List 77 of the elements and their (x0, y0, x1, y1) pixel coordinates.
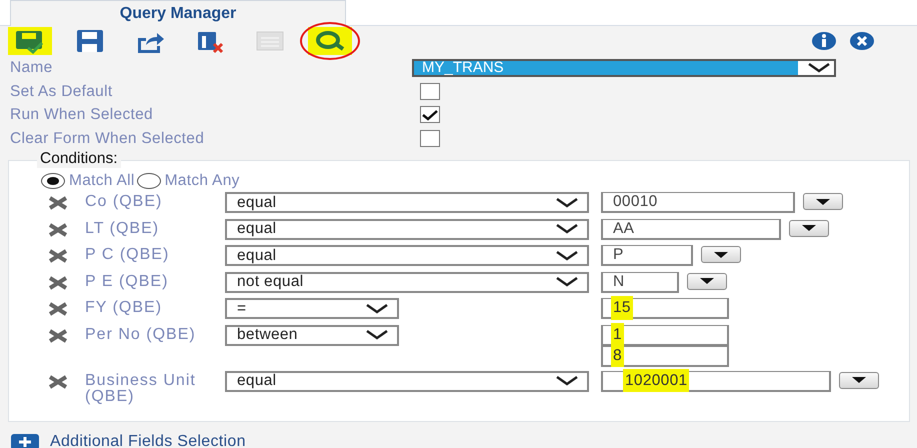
lookup-button[interactable] (803, 193, 843, 210)
operator-dropdown[interactable]: not equal (225, 272, 589, 292)
condition-label: P E (QBE) (85, 274, 170, 290)
remove-button[interactable] (47, 222, 69, 238)
info-icon (811, 31, 837, 51)
section-title: Conditions: (37, 150, 121, 168)
value-field[interactable]: AA (601, 218, 781, 240)
condition-label: Per No (QBE) (85, 326, 197, 342)
field-label: Name (10, 58, 54, 78)
expand-button[interactable] (10, 433, 40, 448)
radio-button[interactable] (136, 173, 161, 189)
value-field[interactable]: N (601, 272, 679, 292)
remove-button[interactable] (47, 276, 69, 290)
remove-icon (47, 302, 69, 316)
tab[interactable]: Query Manager (10, 0, 346, 26)
remove-icon (47, 196, 69, 210)
plus-icon (10, 433, 40, 448)
chevron-down-icon (365, 302, 389, 314)
operator-dropdown[interactable]: equal (225, 218, 589, 240)
value-field[interactable]: 1020001 (601, 370, 831, 392)
save-icon (74, 28, 106, 54)
condition-label: LT (QBE) (85, 220, 160, 236)
chevron-down-icon (555, 250, 579, 262)
search-button[interactable] (308, 27, 352, 55)
value-field[interactable]: 15 (601, 298, 729, 319)
lookup-button[interactable] (789, 220, 829, 236)
operator-dropdown[interactable]: equal (225, 192, 589, 213)
condition-label: FY (QBE) (85, 300, 164, 316)
checkbox-label: Set As Default (10, 82, 114, 102)
save-check-icon (14, 28, 46, 54)
operator-dropdown[interactable]: = (225, 298, 399, 319)
checkbox[interactable] (420, 106, 440, 124)
operator-dropdown[interactable]: between (225, 324, 399, 346)
remove-icon (47, 249, 69, 263)
chevron-down-icon (555, 375, 579, 387)
remove-icon (47, 374, 69, 388)
radio-label: Match Any (164, 171, 240, 192)
value-field[interactable]: 00010 (601, 192, 795, 213)
caret-down-icon (850, 376, 868, 384)
condition-label: P C (QBE) (85, 247, 170, 263)
caret-down-icon (814, 198, 832, 206)
caret-down-icon (698, 277, 716, 285)
chevron-down-icon (806, 62, 832, 74)
lookup-button[interactable] (701, 246, 741, 263)
checkbox-label: Run When Selected (10, 105, 154, 126)
checkbox[interactable] (420, 82, 440, 100)
lookup-button[interactable] (839, 372, 879, 388)
chevron-down-icon (555, 223, 579, 235)
chevron-down-icon (555, 276, 579, 288)
value-field[interactable]: 8 (601, 346, 729, 366)
remove-button[interactable] (47, 374, 69, 390)
operator-dropdown[interactable]: equal (225, 370, 589, 392)
remove-icon (47, 276, 69, 290)
condition-label: Business Unit (QBE) (85, 372, 197, 404)
checkbox[interactable] (420, 130, 440, 147)
condition-label: Co (QBE) (85, 194, 164, 210)
operator-dropdown[interactable]: equal (225, 245, 589, 266)
close-icon (849, 31, 875, 51)
radio-button[interactable] (41, 173, 65, 189)
remove-icon (47, 328, 69, 342)
remove-button[interactable] (47, 196, 69, 211)
checkbox-label: Clear Form When Selected (10, 128, 206, 149)
remove-button[interactable] (47, 328, 69, 344)
chevron-down-icon (365, 329, 389, 341)
chevron-down-icon (555, 196, 579, 208)
radio-label: Match All (69, 171, 135, 192)
caret-down-icon (712, 250, 730, 258)
value-field[interactable]: P (601, 245, 693, 266)
remove-button[interactable] (47, 249, 69, 264)
remove-icon (47, 222, 69, 236)
circle-annotation (300, 22, 360, 60)
save-check-button[interactable] (8, 27, 52, 55)
caret-down-icon (800, 224, 818, 232)
remove-button[interactable] (47, 302, 69, 317)
value-field[interactable]: 1 (601, 324, 729, 346)
lookup-button[interactable] (687, 272, 727, 290)
section-link[interactable]: Additional Fields Selection (50, 430, 246, 448)
